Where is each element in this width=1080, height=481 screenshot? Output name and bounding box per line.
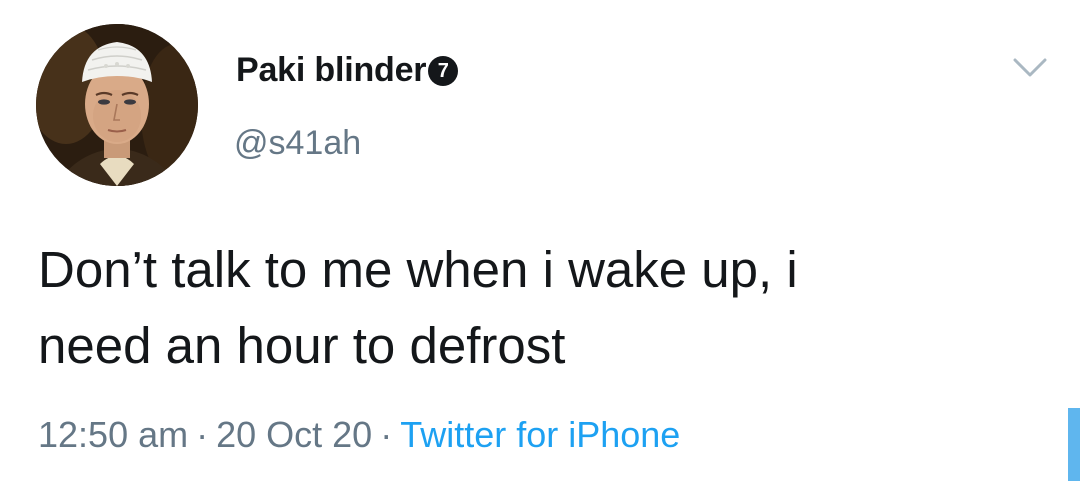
tweet-card: Paki blinder 7 @s41ah Don’t talk to me w… xyxy=(0,0,1080,481)
display-name[interactable]: Paki blinder xyxy=(236,51,427,90)
avatar[interactable] xyxy=(36,24,198,186)
badge-icon: 7 xyxy=(428,56,459,86)
tweet-text-line: need an hour to defrost xyxy=(38,317,566,374)
edge-strip xyxy=(1068,408,1080,481)
user-name-row[interactable]: Paki blinder 7 xyxy=(236,48,459,92)
tweet-source-link[interactable]: Twitter for iPhone xyxy=(400,414,680,455)
user-handle[interactable]: @s41ah xyxy=(234,124,361,163)
tweet-text: Don’t talk to me when i wake up, i need … xyxy=(38,232,1038,384)
tweet-text-line: Don’t talk to me when i wake up, i xyxy=(38,241,798,298)
tweet-time[interactable]: 12:50 am xyxy=(38,414,188,455)
tweet-meta: 12:50 am · 20 Oct 20 · Twitter for iPhone xyxy=(38,414,680,456)
chevron-down-icon[interactable] xyxy=(1012,56,1048,80)
avatar-photo xyxy=(36,24,198,186)
tweet-date[interactable]: 20 Oct 20 xyxy=(216,414,372,455)
meta-separator: · xyxy=(380,414,393,455)
meta-separator: · xyxy=(196,414,209,455)
